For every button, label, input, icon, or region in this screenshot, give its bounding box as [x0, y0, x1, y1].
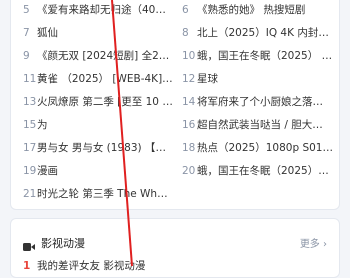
rank-number: 13	[23, 96, 37, 108]
rank-number: 20	[182, 165, 196, 177]
rank-number: 15	[23, 119, 37, 131]
hot-list-item[interactable]: 《熟悉的她》 热搜短剧	[197, 3, 333, 17]
rank-number: 12	[182, 73, 196, 85]
hot-list-item[interactable]: 《爱有来路却无归途（40集》	[37, 3, 173, 17]
rank-number: 14	[182, 96, 196, 108]
hot-list-item[interactable]: 黄雀 （2025） [WEB-4K] [内封简	[37, 72, 173, 86]
rank-number: 7	[23, 27, 30, 39]
rank-number: 21	[23, 188, 37, 200]
hot-list-item[interactable]: 星球	[197, 72, 333, 86]
hot-list-item[interactable]: 狐仙	[37, 26, 173, 40]
rank-number: 8	[182, 27, 189, 39]
hot-list-card: 5 《爱有来路却无归途（40集》 7 狐仙 9 《颜无双 [2024短剧] 全2…	[10, 0, 340, 210]
hot-list-item[interactable]: 热点（2025）1080p S01全 含...	[197, 141, 333, 155]
hot-list-item[interactable]: 时光之轮 第三季 The Wheel of...	[37, 187, 173, 201]
rank-number: 6	[182, 4, 189, 16]
hot-list-item[interactable]: 男与女 男与女 (1983) 【稀有资...	[37, 141, 173, 155]
more-link[interactable]: 更多 ›	[300, 235, 327, 250]
rank-number: 19	[23, 165, 37, 177]
rank-number: 16	[182, 119, 196, 131]
rank-number: 5	[23, 4, 30, 16]
rank-number: 17	[23, 142, 37, 154]
section-header: 影视动漫 更多 ›	[23, 235, 327, 251]
anime-section-card: 影视动漫 更多 › 1 我的差评女友 影视动漫	[10, 218, 340, 278]
rank-number: 10	[182, 50, 196, 62]
video-camera-icon	[23, 237, 35, 251]
hot-list-item[interactable]: 为	[37, 118, 173, 132]
hot-list-item[interactable]: 火凤燎原 第二季 [更至 10 /16...	[37, 95, 173, 109]
hot-list-item[interactable]: 漫画	[37, 164, 173, 178]
section-title: 影视动漫	[41, 237, 85, 250]
hot-list-item[interactable]: 蛾，国王在冬眠（2025） 影视...	[197, 49, 333, 63]
hot-list-item[interactable]: 蛾，国王在冬眠（2025）4K 1...	[197, 164, 333, 178]
anime-list-item[interactable]: 我的差评女友 影视动漫	[37, 259, 327, 273]
rank-number: 11	[23, 73, 37, 85]
rank-number: 1	[23, 260, 31, 272]
hot-list-item[interactable]: 北上（2025）IQ 4K 内封简中...	[197, 26, 333, 40]
rank-number: 18	[182, 142, 196, 154]
hot-list-item[interactable]: 将军府来了个小厨娘之落难千...	[197, 95, 333, 109]
hot-list-item[interactable]: 《颜无双 [2024短剧] 全24集》	[37, 49, 173, 63]
hot-list-item[interactable]: 超自然武装当哒当 / 胆大党（...	[197, 118, 333, 132]
rank-number: 9	[23, 50, 30, 62]
